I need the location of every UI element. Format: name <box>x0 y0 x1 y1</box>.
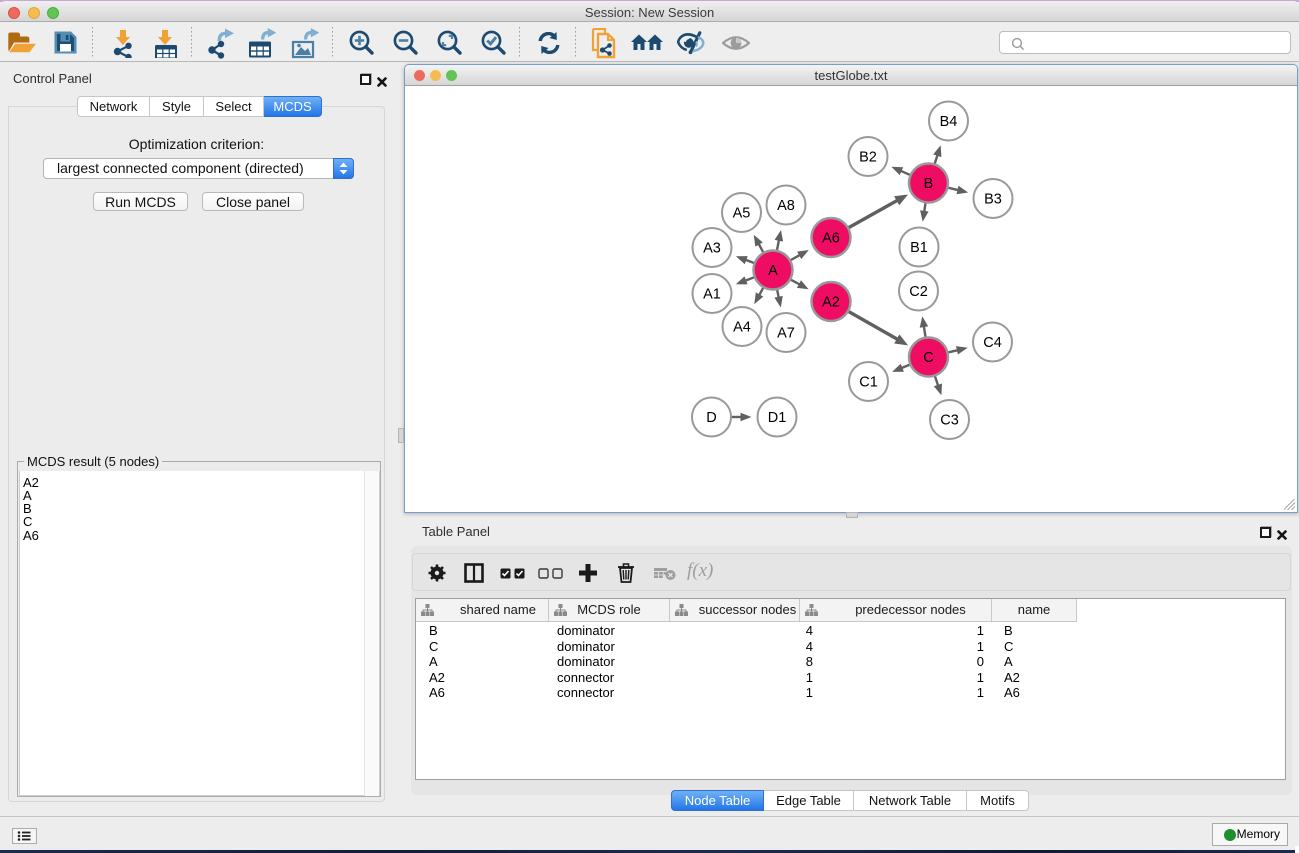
svg-text:A6: A6 <box>822 231 840 247</box>
svg-text:D1: D1 <box>768 410 787 426</box>
svg-text:A4: A4 <box>733 320 751 336</box>
svg-text:A1: A1 <box>703 287 721 303</box>
svg-text:A7: A7 <box>777 326 795 342</box>
svg-text:C1: C1 <box>859 375 878 391</box>
svg-text:A: A <box>768 263 778 279</box>
svg-text:C: C <box>923 350 933 366</box>
svg-text:B2: B2 <box>859 150 877 166</box>
svg-text:C4: C4 <box>983 335 1002 351</box>
svg-text:C3: C3 <box>940 413 959 429</box>
svg-text:B4: B4 <box>940 114 958 130</box>
svg-text:B: B <box>924 176 934 192</box>
svg-text:B3: B3 <box>984 192 1002 208</box>
svg-text:C2: C2 <box>909 284 928 300</box>
svg-text:A3: A3 <box>703 241 721 257</box>
svg-text:A8: A8 <box>777 198 795 214</box>
svg-text:A2: A2 <box>822 295 840 311</box>
svg-text:B1: B1 <box>910 240 928 256</box>
svg-text:A5: A5 <box>733 206 751 222</box>
svg-text:D: D <box>706 410 716 426</box>
